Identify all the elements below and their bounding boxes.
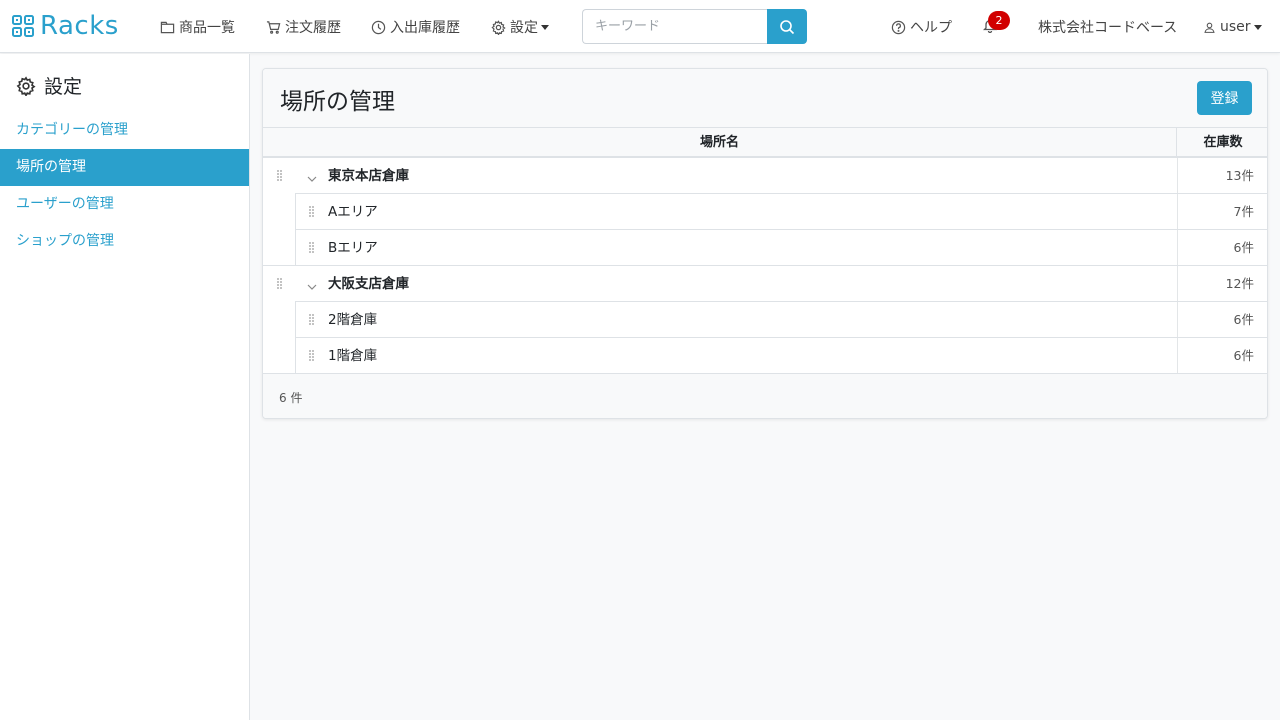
stock-count: 12件 [1177,266,1267,302]
gear-icon [491,19,506,35]
sidebar-item-locations[interactable]: 場所の管理 [0,149,249,186]
table-row[interactable]: Aエリア 7件 [263,194,1267,230]
sidebar-item-shops[interactable]: ショップの管理 [0,223,249,260]
nav-orders-label: 注文履歴 [285,20,341,36]
stock-count: 13件 [1177,158,1267,194]
table-header: 場所名 在庫数 [263,127,1267,158]
locations-card: 場所の管理 登録 場所名 在庫数 東京本店倉庫 13件 Aエリア 7件 Bエリア… [262,68,1268,419]
gear-icon [16,75,36,96]
sidebar-item-users[interactable]: ユーザーの管理 [0,186,249,223]
total-count: 6 件 [279,391,303,405]
drag-handle-icon[interactable] [309,242,315,254]
nav-stock-history[interactable]: 入出庫履歴 [371,16,460,38]
question-circle-icon [891,20,906,34]
caret-down-icon [541,24,549,30]
register-button[interactable]: 登録 [1197,81,1252,115]
drag-handle-icon[interactable] [309,350,315,362]
column-header-stock[interactable]: 在庫数 [1177,128,1267,157]
location-name: 2階倉庫 [328,312,378,328]
nav-settings-label: 設定 [510,20,538,36]
table-row[interactable]: Bエリア 6件 [263,230,1267,266]
table-row[interactable]: 東京本店倉庫 13件 [263,158,1267,194]
user-name: user [1220,19,1251,35]
nav-orders[interactable]: 注文履歴 [266,16,341,38]
stock-count: 6件 [1177,338,1267,374]
settings-sidebar: 設定 カテゴリーの管理 場所の管理 ユーザーの管理 ショップの管理 [0,54,250,720]
brand-name: Racks [40,11,119,41]
table-row[interactable]: 大阪支店倉庫 12件 [263,266,1267,302]
nav-help[interactable]: ヘルプ [891,16,952,38]
caret-down-icon [1253,24,1262,30]
location-name: 大阪支店倉庫 [328,276,409,292]
search-input[interactable] [582,9,768,44]
drag-handle-icon[interactable] [277,170,283,182]
nav-products[interactable]: 商品一覧 [160,16,235,38]
nav-company[interactable]: 株式会社コードベース [1038,16,1177,38]
sidebar-title-label: 設定 [44,76,83,98]
cart-icon [266,20,281,34]
page-title: 場所の管理 [280,89,395,115]
table-row[interactable]: 1階倉庫 6件 [263,338,1267,374]
stock-count: 7件 [1177,194,1267,230]
grid-logo-icon [12,15,34,37]
sidebar-item-categories[interactable]: カテゴリーの管理 [0,112,249,149]
nav-products-label: 商品一覧 [179,20,235,36]
folder-icon [160,21,175,33]
drag-handle-icon[interactable] [309,314,315,326]
sidebar-title: 設定 [16,72,82,99]
chevron-down-icon[interactable] [307,279,317,290]
notification-badge: 2 [988,11,1010,30]
table-row[interactable]: 2階倉庫 6件 [263,302,1267,338]
nav-help-label: ヘルプ [910,20,952,36]
user-icon [1204,22,1215,33]
user-menu-dropdown[interactable]: user [1203,16,1262,38]
chevron-down-icon[interactable] [307,171,317,182]
top-navbar: Racks 商品一覧 注文履歴 入出庫履歴 設定 ヘルプ 2 株式会社コードベー… [0,0,1280,53]
drag-handle-icon[interactable] [277,278,283,290]
nav-settings-dropdown[interactable]: 設定 [491,16,549,38]
nav-stock-history-label: 入出庫履歴 [390,20,460,36]
location-name: 東京本店倉庫 [328,168,409,184]
location-name: Aエリア [328,204,378,220]
location-name: 1階倉庫 [328,348,378,364]
brand-logo[interactable]: Racks [12,11,119,41]
search-icon [780,19,795,34]
clock-icon [371,20,386,34]
card-footer: 6 件 [263,373,1267,418]
stock-count: 6件 [1177,230,1267,266]
search-button[interactable] [767,9,807,44]
location-name: Bエリア [328,240,378,256]
card-header: 場所の管理 登録 [263,69,1267,127]
company-name: 株式会社コードベース [1038,20,1178,36]
column-header-name[interactable]: 場所名 [263,128,1177,157]
drag-handle-icon[interactable] [309,206,315,218]
stock-count: 6件 [1177,302,1267,338]
